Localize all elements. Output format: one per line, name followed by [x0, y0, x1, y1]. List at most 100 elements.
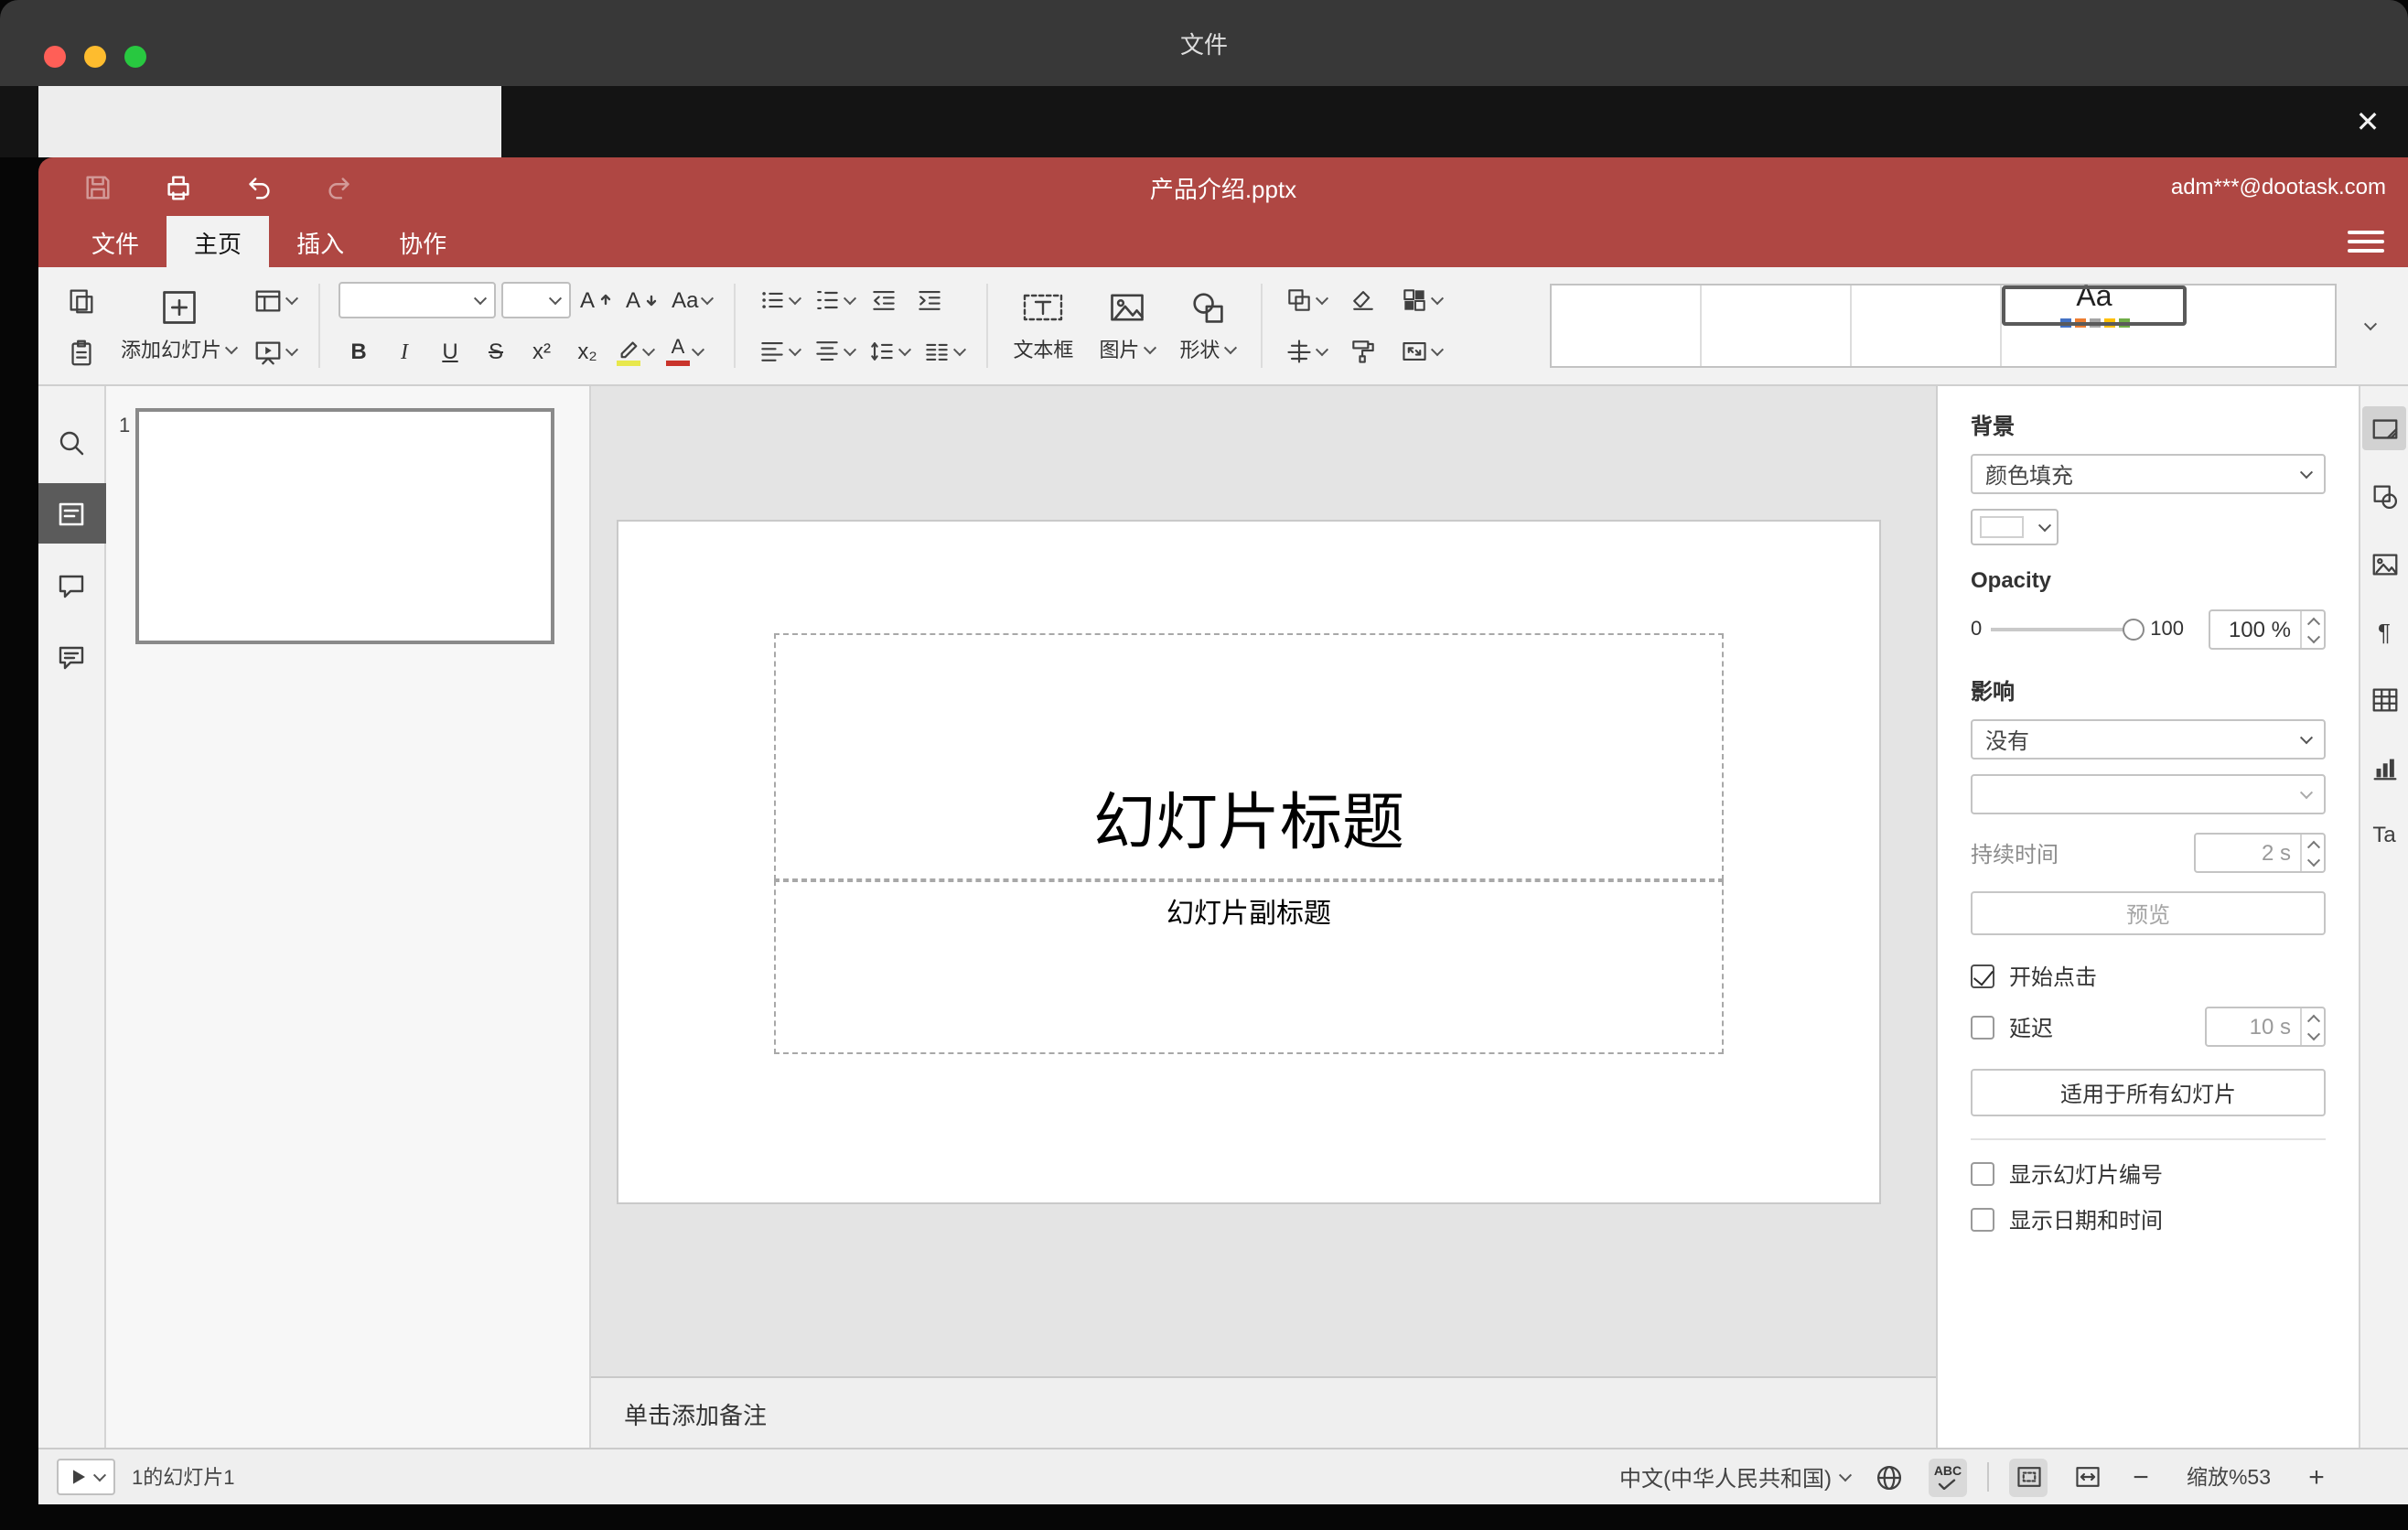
menu-button[interactable] — [2348, 225, 2384, 258]
document-language-button[interactable] — [1870, 1458, 1908, 1496]
add-slide-button[interactable]: 添加幻灯片 — [113, 287, 243, 364]
show-slide-number-checkbox[interactable] — [1971, 1162, 1994, 1186]
delay-input[interactable]: 10 s — [2205, 1007, 2326, 1047]
spin-down-icon[interactable] — [2302, 630, 2324, 648]
change-case-button[interactable]: Aa — [668, 279, 715, 321]
redo-button[interactable] — [320, 168, 357, 205]
insert-image-button[interactable]: 图片 — [1091, 287, 1161, 364]
bold-button[interactable]: B — [339, 330, 379, 372]
show-slide-number-row[interactable]: 显示幻灯片编号 — [1971, 1158, 2326, 1190]
theme-option[interactable] — [1552, 286, 1702, 366]
table-settings-button[interactable] — [2362, 677, 2406, 721]
font-color-button[interactable]: A — [662, 330, 706, 372]
bullets-button[interactable] — [753, 279, 802, 321]
fit-to-slide-button[interactable] — [2009, 1458, 2048, 1496]
spell-check-button[interactable]: ABC — [1929, 1458, 1967, 1496]
slider-knob[interactable] — [2123, 619, 2145, 641]
language-selector[interactable]: 中文(中华人民共和国) — [1619, 1461, 1853, 1492]
arrange-shapes-button[interactable] — [1280, 279, 1329, 321]
slides-panel-button[interactable] — [38, 483, 105, 544]
duration-input[interactable]: 2 s — [2194, 833, 2326, 873]
color-scheme-button[interactable] — [1395, 279, 1445, 321]
horizontal-align-button[interactable] — [753, 330, 802, 372]
paste-button[interactable] — [60, 330, 101, 372]
decrease-font-button[interactable]: A — [622, 279, 662, 321]
slide-settings-button[interactable] — [2362, 406, 2406, 450]
decrease-indent-button[interactable] — [863, 279, 903, 321]
spinner[interactable] — [2300, 835, 2324, 871]
close-button[interactable]: ✕ — [2348, 102, 2388, 143]
superscript-button[interactable]: x² — [521, 330, 562, 372]
start-slideshow-status-button[interactable] — [57, 1459, 115, 1495]
spin-down-icon[interactable] — [2302, 853, 2324, 871]
title-placeholder[interactable]: 幻灯片标题 — [774, 633, 1724, 880]
font-name-combo[interactable] — [339, 282, 496, 318]
align-shapes-button[interactable] — [1280, 330, 1329, 372]
opacity-slider[interactable] — [1991, 617, 2145, 642]
slide-thumbnail[interactable] — [135, 408, 554, 644]
image-settings-button[interactable] — [2362, 542, 2406, 586]
effect-type-select[interactable] — [1971, 774, 2326, 814]
italic-button[interactable]: I — [384, 330, 425, 372]
underline-button[interactable]: U — [430, 330, 470, 372]
theme-option[interactable] — [1852, 286, 2002, 366]
theme-gallery-expand-button[interactable] — [2349, 298, 2390, 353]
highlight-color-button[interactable] — [613, 330, 657, 372]
slide-size-button[interactable] — [1395, 330, 1445, 372]
start-on-click-checkbox[interactable] — [1971, 964, 1994, 988]
start-on-click-row[interactable]: 开始点击 — [1971, 961, 2326, 992]
print-button[interactable] — [159, 168, 196, 205]
subtitle-placeholder[interactable]: 幻灯片副标题 — [774, 880, 1724, 1054]
font-size-combo[interactable] — [501, 282, 571, 318]
fill-color-select[interactable] — [1971, 509, 2059, 545]
comments-button[interactable] — [38, 555, 105, 615]
slide-layout-button[interactable] — [249, 279, 300, 321]
textart-settings-button[interactable]: Ta — [2362, 813, 2406, 857]
chat-button[interactable] — [38, 626, 105, 686]
insert-shape-button[interactable]: 形状 — [1172, 287, 1242, 364]
increase-font-button[interactable]: A — [576, 279, 617, 321]
spinner[interactable] — [2300, 1008, 2324, 1045]
tab-collaboration[interactable]: 协作 — [371, 216, 474, 267]
zoom-out-button[interactable]: − — [2126, 1459, 2155, 1495]
spinner[interactable] — [2300, 611, 2324, 648]
clear-style-button[interactable] — [1342, 279, 1382, 321]
vertical-align-button[interactable] — [808, 330, 857, 372]
line-spacing-button[interactable] — [863, 330, 912, 372]
delay-checkbox[interactable] — [1971, 1015, 1994, 1039]
insert-textbox-button[interactable]: 文本框 — [1005, 287, 1080, 364]
strikethrough-button[interactable]: S — [476, 330, 516, 372]
spin-up-icon[interactable] — [2302, 1008, 2324, 1027]
columns-button[interactable] — [918, 330, 967, 372]
start-slideshow-button[interactable] — [249, 330, 300, 372]
tab-insert[interactable]: 插入 — [269, 216, 371, 267]
theme-option-selected[interactable]: Aa — [2002, 283, 2187, 328]
fit-to-width-button[interactable] — [2068, 1458, 2106, 1496]
spin-down-icon[interactable] — [2302, 1027, 2324, 1045]
undo-button[interactable] — [240, 168, 276, 205]
copy-style-button[interactable] — [1342, 330, 1382, 372]
paragraph-settings-button[interactable]: ¶ — [2362, 609, 2406, 653]
show-date-time-checkbox[interactable] — [1971, 1208, 1994, 1232]
chart-settings-button[interactable] — [2362, 745, 2406, 789]
apply-to-all-slides-button[interactable]: 适用于所有幻灯片 — [1971, 1069, 2326, 1116]
theme-option[interactable] — [2187, 286, 2335, 366]
numbering-button[interactable] — [808, 279, 857, 321]
spin-up-icon[interactable] — [2302, 835, 2324, 853]
search-button[interactable] — [38, 412, 105, 472]
increase-indent-button[interactable] — [908, 279, 949, 321]
zoom-in-button[interactable]: + — [2302, 1459, 2331, 1495]
shape-settings-button[interactable] — [2362, 474, 2406, 518]
tab-home[interactable]: 主页 — [167, 216, 270, 267]
subscript-button[interactable]: x₂ — [567, 330, 607, 372]
delay-row[interactable]: 延迟 10 s — [1971, 1007, 2326, 1047]
save-button[interactable] — [79, 168, 115, 205]
spin-up-icon[interactable] — [2302, 611, 2324, 630]
show-date-time-row[interactable]: 显示日期和时间 — [1971, 1204, 2326, 1235]
tab-file[interactable]: 文件 — [64, 216, 167, 267]
opacity-input[interactable]: 100 % — [2209, 609, 2326, 650]
theme-option[interactable] — [1702, 286, 1852, 366]
copy-button[interactable] — [60, 279, 101, 321]
preview-button[interactable]: 预览 — [1971, 891, 2326, 935]
fill-type-select[interactable]: 颜色填充 — [1971, 454, 2326, 494]
